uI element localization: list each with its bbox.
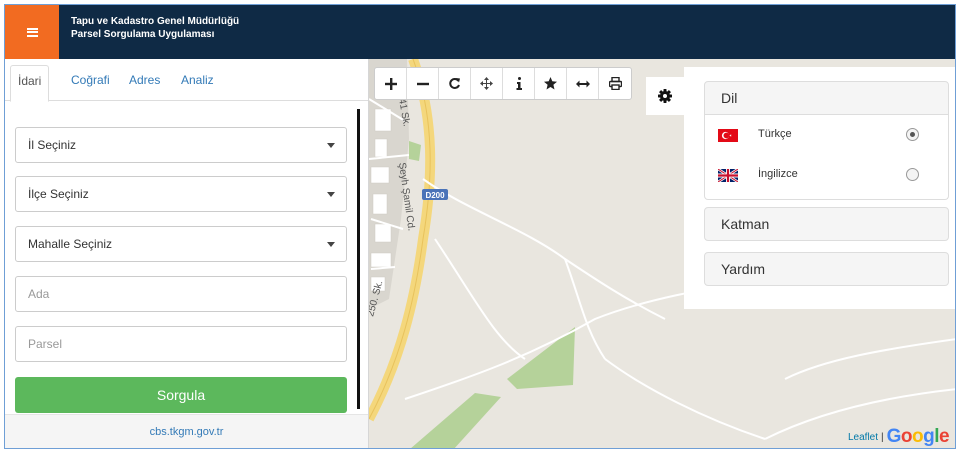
gear-icon [658,89,672,103]
parcel-input[interactable] [28,328,334,360]
info-icon [516,77,522,90]
language-label-english: İngilizce [758,168,798,180]
block-input[interactable] [28,278,334,310]
layer-header[interactable]: Katman [704,207,949,241]
language-header[interactable]: Dil [704,81,949,115]
search-button[interactable]: Sorgula [15,377,347,413]
app-title-line1: Tapu ve Kadastro Genel Müdürlüğü [71,16,240,27]
district-select[interactable]: İlçe Seçiniz [15,176,347,212]
info-button[interactable] [503,68,535,99]
print-icon [608,77,622,90]
sidebar-footer: cbs.tkgm.gov.tr [5,414,368,448]
leaflet-link[interactable]: Leaflet [848,432,878,443]
language-label-turkish: Türkçe [758,128,792,140]
radio-english[interactable] [906,168,919,181]
tab-analiz[interactable]: Analiz [181,73,214,87]
language-options: Türkçe İngilizce [704,115,949,200]
tab-idari[interactable]: İdari [10,65,50,102]
zoom-in-button[interactable] [375,68,407,99]
menu-button[interactable] [5,5,59,59]
road-shield: D200 [422,189,448,200]
block-field [15,276,347,312]
footer-link[interactable]: cbs.tkgm.gov.tr [150,426,224,438]
settings-panel: Dil Türkçe İngilizce Katman Yardım [684,67,955,309]
print-button[interactable] [599,68,631,99]
radio-turkish[interactable] [906,128,919,141]
favorite-button[interactable] [535,68,567,99]
sidebar-tabs: İdari Coğrafi Adres Analiz [5,59,368,102]
road-shield-label: D200 [425,191,445,200]
tab-adres[interactable]: Adres [129,73,160,87]
measure-button[interactable] [567,68,599,99]
app-title: Tapu ve Kadastro Genel Müdürlüğü Parsel … [71,15,239,41]
tab-cografi[interactable]: Coğrafi [71,73,110,87]
star-icon [544,77,557,90]
pan-icon [480,77,493,90]
language-option-english[interactable]: İngilizce [705,155,948,195]
zoom-out-icon [416,82,429,85]
app-window: D200 41 Sk. Şeyh Şamil Cd. 250. Sk. Tapu… [4,4,956,449]
zoom-out-button[interactable] [407,68,439,99]
header-bar: Tapu ve Kadastro Genel Müdürlüğü Parsel … [5,5,955,59]
chevron-down-icon [327,192,335,197]
measure-icon [575,80,590,87]
neighborhood-select[interactable]: Mahalle Seçiniz [15,226,347,262]
parcel-field [15,326,347,362]
pan-button[interactable] [471,68,503,99]
province-select-value: İl Seçiniz [28,138,77,152]
province-select[interactable]: İl Seçiniz [15,127,347,163]
district-select-value: İlçe Seçiniz [28,187,89,201]
zoom-in-icon [384,77,397,90]
turkey-flag-icon [718,129,738,142]
help-header[interactable]: Yardım [704,252,949,286]
neighborhood-select-value: Mahalle Seçiniz [28,237,113,251]
map-toolbar [374,67,632,100]
query-sidebar: İdari Coğrafi Adres Analiz İl Seçiniz İl… [5,59,369,448]
attribution-separator: | [881,431,884,443]
language-option-turkish[interactable]: Türkçe [705,115,948,155]
google-logo: Google [886,426,950,447]
app-title-line2: Parsel Sorgulama Uygulaması [71,29,215,40]
map-attribution: Leaflet | Google [848,424,950,448]
uk-flag-icon [718,169,738,182]
chevron-down-icon [327,143,335,148]
refresh-icon [449,78,460,89]
hamburger-menu-icon [26,27,38,37]
refresh-button[interactable] [439,68,471,99]
chevron-down-icon [327,242,335,247]
sidebar-scrollbar[interactable] [357,109,360,409]
settings-button[interactable] [646,77,684,115]
